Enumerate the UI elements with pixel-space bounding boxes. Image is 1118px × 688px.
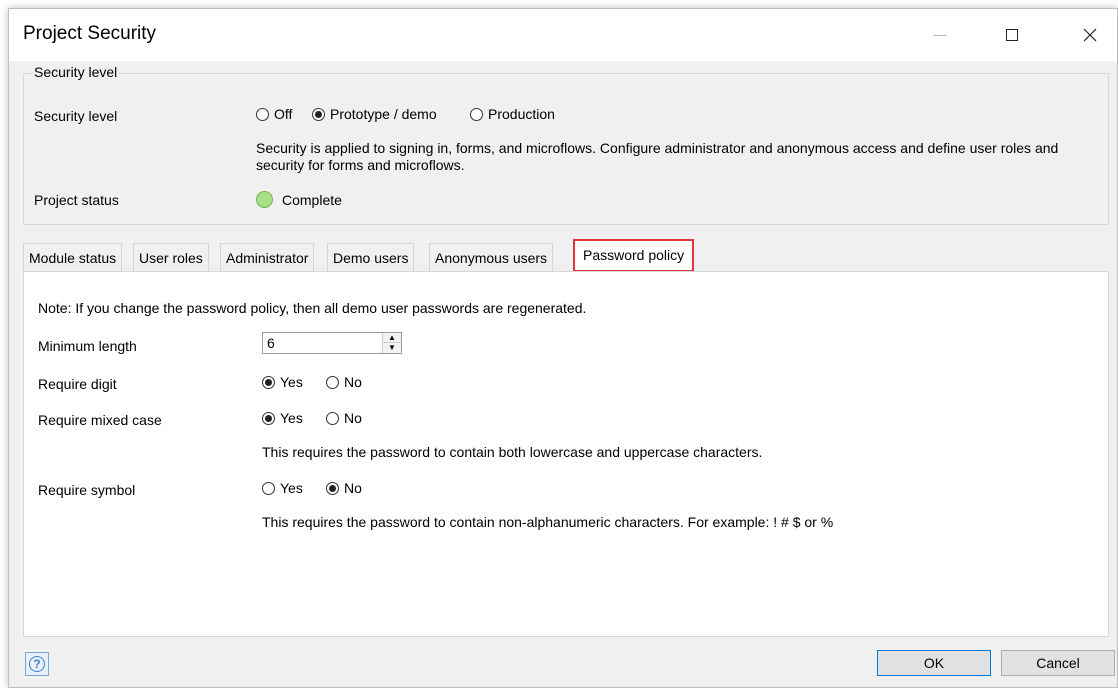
symbol-help-text: This requires the password to contain no… xyxy=(262,514,834,530)
help-button[interactable]: ? xyxy=(25,652,49,676)
radio-off-label: Off xyxy=(274,106,293,122)
stepper-down-icon[interactable]: ▼ xyxy=(383,343,401,353)
group-legend: Security level xyxy=(32,64,120,80)
tab-anonymous-users[interactable]: Anonymous users xyxy=(429,243,554,271)
close-button[interactable] xyxy=(1067,9,1113,61)
security-description: Security is applied to signing in, forms… xyxy=(256,140,1059,173)
cancel-button[interactable]: Cancel xyxy=(1001,650,1115,676)
require-symbol-no[interactable]: No xyxy=(326,480,362,496)
require-digit-label: Require digit xyxy=(38,376,117,392)
require-mixed-case-label: Require mixed case xyxy=(38,412,162,428)
require-symbol-no-label: No xyxy=(344,480,362,496)
require-mixed-case-yes-indicator[interactable] xyxy=(262,411,275,425)
require-mixed-case-no-indicator[interactable] xyxy=(326,411,339,425)
radio-production-indicator[interactable] xyxy=(470,107,483,121)
radio-prototype-demo-label: Prototype / demo xyxy=(330,106,437,122)
require-mixed-case-yes-label: Yes xyxy=(280,410,303,426)
password-policy-note: Note: If you change the password policy,… xyxy=(38,300,587,316)
minimum-length-stepper[interactable]: ▲ ▼ xyxy=(262,332,402,354)
tab-password-policy[interactable]: Password policy xyxy=(573,239,695,272)
minimize-button[interactable] xyxy=(917,9,963,61)
require-digit-yes-indicator[interactable] xyxy=(262,375,275,389)
require-symbol-yes-label: Yes xyxy=(280,480,303,496)
require-mixed-case-no-label: No xyxy=(344,410,362,426)
require-digit-no-label: No xyxy=(344,374,362,390)
maximize-icon xyxy=(1006,29,1018,41)
stepper-up-icon[interactable]: ▲ xyxy=(383,333,401,343)
require-digit-no[interactable]: No xyxy=(326,374,362,390)
help-icon: ? xyxy=(29,656,45,672)
minimum-length-label: Minimum length xyxy=(38,338,137,354)
require-symbol-yes[interactable]: Yes xyxy=(262,480,303,496)
require-digit-yes[interactable]: Yes xyxy=(262,374,303,390)
ok-button[interactable]: OK xyxy=(877,650,991,676)
stepper-buttons: ▲ ▼ xyxy=(382,333,401,353)
require-mixed-case-yes[interactable]: Yes xyxy=(262,410,303,426)
tab-module-status[interactable]: Module status xyxy=(23,243,123,271)
radio-off-indicator[interactable] xyxy=(256,107,269,121)
project-status-value: Complete xyxy=(282,192,342,208)
require-mixed-case-no[interactable]: No xyxy=(326,410,362,426)
radio-off[interactable]: Off xyxy=(256,106,292,122)
tab-demo-users[interactable]: Demo users xyxy=(327,243,415,271)
title-bar: Project Security xyxy=(9,9,1117,61)
window-title: Project Security xyxy=(23,23,157,44)
security-level-group: Security level Security level Off Protot… xyxy=(23,64,1109,225)
security-level-label: Security level xyxy=(34,108,118,124)
mixed-case-help-text: This requires the password to contain bo… xyxy=(262,444,763,460)
status-indicator-icon xyxy=(256,191,273,208)
minimize-icon xyxy=(934,34,946,36)
maximize-button[interactable] xyxy=(989,9,1035,61)
minimum-length-input[interactable] xyxy=(263,333,381,353)
require-symbol-label: Require symbol xyxy=(38,482,136,498)
close-icon xyxy=(1083,28,1097,42)
tab-administrator[interactable]: Administrator xyxy=(220,243,315,271)
project-security-dialog: Project Security Security level Security… xyxy=(8,8,1118,688)
project-status-label: Project status xyxy=(34,192,119,208)
require-digit-yes-label: Yes xyxy=(280,374,303,390)
require-digit-no-indicator[interactable] xyxy=(326,375,339,389)
password-policy-panel: Note: If you change the password policy,… xyxy=(23,271,1109,637)
tab-user-roles[interactable]: User roles xyxy=(133,243,209,271)
radio-prototype-demo[interactable]: Prototype / demo xyxy=(312,106,437,122)
require-symbol-yes-indicator[interactable] xyxy=(262,481,275,495)
radio-prototype-demo-indicator[interactable] xyxy=(312,107,325,121)
require-symbol-no-indicator[interactable] xyxy=(326,481,339,495)
radio-production[interactable]: Production xyxy=(470,106,555,122)
radio-production-label: Production xyxy=(488,106,555,122)
